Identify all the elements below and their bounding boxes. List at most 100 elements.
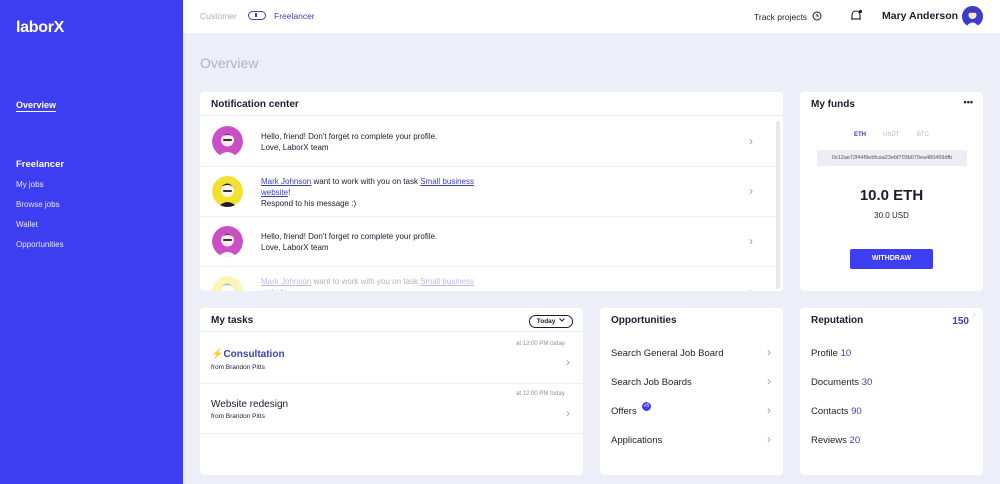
notification-task-link[interactable]: website [261,288,288,291]
chevron-down-icon [559,318,566,322]
sidebar-section-freelancer: Freelancer [16,159,65,170]
reputation-item-profile[interactable]: Profile 10 [811,348,851,359]
currency-tab-eth[interactable]: ETH [854,132,866,138]
logo[interactable]: laborX [16,19,64,37]
reputation-label: Documents [811,377,860,388]
notification-avatar [212,226,243,257]
my-funds-header: My funds ••• [800,92,983,116]
task-time: at 12:00 PM today [516,341,565,347]
notification-item[interactable]: Hello, friend! Don't forget ro complete … [200,217,776,267]
sidebar-item-overview[interactable]: Overview [16,100,57,112]
chevron-right-icon: › [749,184,753,198]
reputation-item-reviews[interactable]: Reviews 20 [811,435,860,446]
avatar[interactable] [962,6,983,27]
notification-text: Love, LaborX team [261,243,329,252]
reputation-label: Reviews [811,435,847,446]
withdraw-button[interactable]: WITHDRAW [850,249,933,269]
opportunities-card: Opportunities [600,308,783,475]
task-title: ⚡Consultation [211,349,285,360]
task-title-text: Consultation [223,349,285,360]
notification-task-link[interactable]: website [261,188,288,197]
balance-usd: 30.0 USD [874,211,909,220]
role-customer[interactable]: Customer [200,11,237,21]
info-icon[interactable]: ○ [972,313,976,319]
role-freelancer[interactable]: Freelancer [274,11,315,21]
task-time: at 12:00 PM today [516,391,565,397]
more-menu-icon[interactable]: ••• [964,97,973,107]
reputation-value: 30 [861,377,873,388]
tasks-filter-label: Today [536,318,556,325]
currency-tab-usdt[interactable]: USDT [883,132,899,138]
chevron-right-icon: › [749,284,753,291]
lightning-icon: ⚡ [211,349,224,360]
user-avatar-icon [212,126,243,157]
chevron-right-icon: › [749,234,753,248]
track-projects-link[interactable]: Track projects [754,11,822,22]
opportunity-item-general-job-board[interactable]: Search General Job Board [611,348,723,359]
user-avatar-icon [212,226,243,257]
opportunity-item-job-boards[interactable]: Search Job Boards [611,377,692,388]
user-name[interactable]: Mary Anderson [882,10,958,22]
chevron-right-icon: › [749,134,753,148]
task-title: Website redesign [211,399,289,410]
notification-scrollbar[interactable] [776,121,780,289]
role-toggle[interactable] [248,11,266,20]
notification-avatar [212,276,243,291]
notification-task-link[interactable]: Small business [420,277,474,286]
notification-center-card: Notification center Hello, friend! Don't… [200,92,783,291]
chevron-right-icon: › [767,432,771,446]
notification-item[interactable]: Hello, friend! Don't forget ro complete … [200,117,776,167]
wallet-address[interactable]: 0x12ae72f44f9ebfcaa23ebf703b079ea480459d… [817,150,967,166]
sidebar-item-wallet[interactable]: Wallet [16,220,38,229]
reputation-value: 20 [849,435,861,446]
reputation-item-contacts[interactable]: Contacts 90 [811,406,862,417]
chevron-right-icon: › [767,403,771,417]
reputation-value: 90 [851,406,862,417]
chevron-right-icon: › [767,374,771,388]
notification-text: Hello, friend! Don't forget ro complete … [261,132,438,141]
opportunity-item-applications[interactable]: Applications [611,435,662,446]
notification-text: ! [288,188,291,197]
notification-text: Respond to his message :) [261,199,357,208]
sidebar-item-opportunities[interactable]: Opportunities [16,240,64,249]
notification-text: want to work with you on task [311,177,421,186]
reputation-header: Reputation 150 ○ [800,308,983,332]
reputation-item-documents[interactable]: Documents 30 [811,377,872,388]
notification-user-link[interactable]: Mark Johnson [261,277,311,286]
page-title: Overview [200,55,259,71]
notification-text: Hello, friend! Don't forget ro complete … [261,232,438,241]
reputation-title: Reputation [811,315,864,326]
chevron-right-icon: › [566,406,570,420]
top-bar: Customer Freelancer Track projects Mary … [183,0,1000,33]
balance-amount: 10.0 ETH [859,187,924,204]
user-avatar-icon [962,6,983,27]
currency-tab-btc[interactable]: BTC [917,132,929,138]
notification-item[interactable]: Mark Johnson want to work with you on ta… [200,167,776,217]
notification-center-title: Notification center [200,92,783,116]
user-avatar-icon [212,276,243,291]
reputation-label: Profile [811,348,838,359]
sidebar-item-my-jobs[interactable]: My jobs [16,180,44,189]
tasks-filter-dropdown[interactable]: Today [529,315,573,328]
notification-user-link[interactable]: Mark Johnson [261,177,311,186]
notification-task-link[interactable]: Small business [420,177,474,186]
chevron-right-icon: › [767,345,771,359]
my-funds-title: My funds [811,99,855,110]
notification-avatar [212,176,243,207]
opportunity-item-offers[interactable]: Offers [611,406,637,417]
my-tasks-title: My tasks [200,308,583,332]
notification-bell-icon[interactable] [849,9,863,23]
notification-avatar [212,126,243,157]
reputation-total: 150 [952,316,969,327]
notification-item[interactable]: Mark Johnson want to work with you on ta… [200,267,776,291]
reputation-label: Contacts [811,406,849,417]
offers-badge: +5 [642,402,651,411]
reputation-value: 10 [840,348,852,359]
chevron-right-icon: › [566,355,570,369]
task-from: from Brandon Pitts [211,364,265,371]
sidebar-item-browse-jobs[interactable]: Browse jobs [16,200,60,209]
reputation-card: Reputation 150 ○ [800,308,983,475]
notification-text: want to work with you on task [311,277,421,286]
track-projects-label: Track projects [754,12,808,22]
opportunities-title: Opportunities [611,315,677,326]
